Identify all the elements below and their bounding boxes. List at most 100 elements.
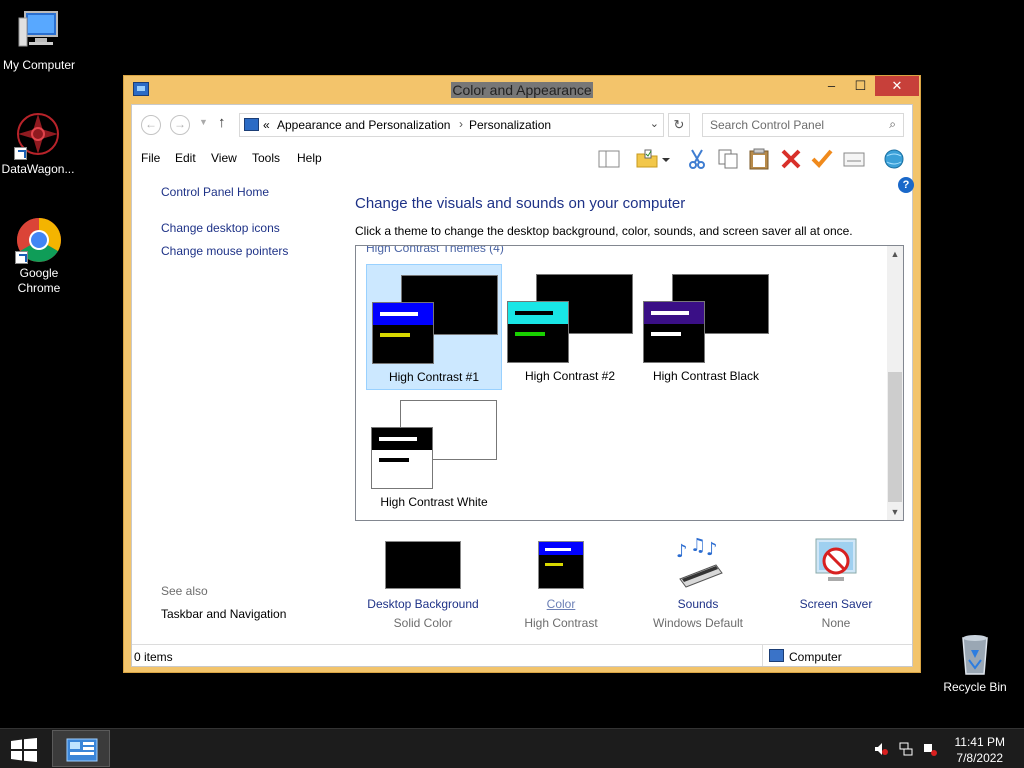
properties-icon[interactable]	[842, 148, 866, 170]
theme-preview-window	[372, 302, 434, 364]
maximize-button[interactable]: ☐	[846, 76, 875, 96]
desktop-background-icon	[385, 541, 461, 589]
setting-value: Solid Color	[393, 616, 453, 630]
action-center-icon[interactable]	[923, 742, 937, 756]
theme-tile-high-contrast-white[interactable]: High Contrast White	[366, 390, 502, 516]
window-title: Color and Appearance	[451, 82, 593, 98]
desktop-icon-label: Google Chrome	[17, 266, 61, 295]
checkmark-icon[interactable]	[810, 148, 834, 170]
scroll-up-icon[interactable]: ▲	[887, 246, 903, 262]
control-panel-window: Color and Appearance – ☐ ✕ ← → ▼ ↑ « App…	[123, 75, 921, 673]
start-button[interactable]	[10, 738, 38, 762]
menu-help[interactable]: Help	[297, 151, 322, 165]
refresh-button[interactable]: ↻	[668, 113, 690, 137]
search-input[interactable]	[703, 114, 878, 136]
color-setting[interactable]: Color High Contrast	[491, 535, 631, 630]
control-panel-home-link[interactable]: Control Panel Home	[161, 185, 269, 199]
globe-icon[interactable]	[882, 148, 906, 170]
help-icon[interactable]: ?	[898, 177, 914, 193]
control-panel-icon	[66, 738, 98, 762]
theme-label: High Contrast White	[380, 495, 488, 509]
desktop-icon-google-chrome[interactable]: Google Chrome	[1, 216, 77, 296]
address-segment-personalization[interactable]: Personalization	[469, 118, 551, 132]
recent-locations-dropdown[interactable]: ▼	[199, 117, 208, 127]
theme-tile-high-contrast-2[interactable]: High Contrast #2	[502, 264, 638, 390]
address-separator[interactable]: ›	[459, 117, 463, 131]
shortcut-arrow-icon	[14, 147, 27, 160]
menu-tools[interactable]: Tools	[252, 151, 280, 165]
setting-label[interactable]: Color	[491, 597, 631, 611]
minimize-button[interactable]: –	[817, 76, 846, 96]
menu-edit[interactable]: Edit	[175, 151, 196, 165]
menu-view[interactable]: View	[211, 151, 237, 165]
see-also-heading: See also	[161, 584, 208, 598]
status-bar: 0 items Computer	[132, 644, 912, 666]
scroll-down-icon[interactable]: ▼	[887, 504, 903, 520]
network-icon[interactable]	[899, 742, 913, 756]
setting-label[interactable]: Sounds	[628, 597, 768, 611]
desktop-icon-datawagon[interactable]: DataWagon...	[0, 112, 76, 177]
forward-button[interactable]: →	[170, 115, 190, 135]
cut-icon[interactable]	[685, 148, 709, 170]
properties-folder-icon[interactable]	[635, 148, 659, 170]
search-box[interactable]: ⌕	[702, 113, 904, 137]
title-bar[interactable]: Color and Appearance – ☐ ✕	[124, 76, 920, 104]
control-panel-icon	[244, 118, 259, 131]
paste-icon[interactable]	[747, 148, 771, 170]
taskbar-and-navigation-link[interactable]: Taskbar and Navigation	[161, 607, 286, 621]
desktop-icon-recycle-bin[interactable]: Recycle Bin	[937, 630, 1013, 695]
theme-label: High Contrast Black	[652, 369, 760, 383]
theme-group-title: High Contrast Themes (4)	[366, 245, 504, 255]
dropdown-arrow-icon[interactable]	[660, 148, 672, 170]
theme-preview-window	[371, 427, 433, 489]
sounds-setting[interactable]: ♪ ♫ ♪ Sounds Windows Default	[628, 535, 768, 630]
clock-time: 11:41 PM	[954, 735, 1005, 749]
desktop-icon-label: My Computer	[2, 58, 76, 72]
taskbar-clock[interactable]: 11:41 PM 7/8/2022	[955, 734, 1005, 766]
taskbar-control-panel-button[interactable]	[52, 730, 110, 767]
delete-icon[interactable]	[779, 148, 803, 170]
computer-icon	[15, 8, 63, 56]
volume-muted-icon[interactable]	[874, 742, 888, 756]
change-desktop-icons-link[interactable]: Change desktop icons	[161, 221, 280, 235]
color-scheme-icon	[538, 541, 584, 589]
item-count: 0 items	[134, 650, 173, 664]
theme-list-scrollbar[interactable]: ▲ ▼	[887, 246, 903, 520]
copy-icon[interactable]	[716, 148, 740, 170]
address-dropdown-icon[interactable]: ⌄	[650, 117, 659, 130]
setting-value: High Contrast	[524, 616, 598, 630]
theme-tile-high-contrast-black[interactable]: High Contrast Black	[638, 264, 774, 390]
desktop-icon-label: DataWagon...	[1, 162, 75, 176]
address-segment-appearance[interactable]: Appearance and Personalization	[277, 118, 450, 132]
theme-tile-high-contrast-1[interactable]: High Contrast #1	[366, 264, 502, 390]
layout-pane-icon[interactable]	[597, 148, 621, 170]
back-button[interactable]: ←	[141, 115, 161, 135]
theme-label: High Contrast #1	[388, 370, 480, 384]
desktop-icon-my-computer[interactable]: My Computer	[1, 8, 77, 73]
theme-preview-window	[507, 301, 569, 363]
up-button[interactable]: ↑	[218, 114, 226, 131]
screen-saver-icon	[810, 535, 862, 589]
screen-saver-setting[interactable]: Screen Saver None	[766, 535, 906, 630]
address-prefix[interactable]: «	[263, 118, 270, 132]
scrollbar-thumb[interactable]	[888, 372, 902, 502]
windows-logo-icon	[11, 738, 37, 762]
setting-label[interactable]: Desktop Background	[353, 597, 493, 611]
sounds-icon: ♪ ♫ ♪	[672, 535, 724, 589]
search-icon[interactable]: ⌕	[889, 117, 896, 132]
taskbar: 11:41 PM 7/8/2022	[0, 728, 1024, 768]
theme-list[interactable]: High Contrast Themes (4) High Contrast #…	[355, 245, 904, 521]
window-client-area: ← → ▼ ↑ « Appearance and Personalization…	[131, 104, 914, 667]
desktop-background-setting[interactable]: Desktop Background Solid Color	[353, 535, 493, 630]
menu-file[interactable]: File	[141, 151, 160, 165]
close-button[interactable]: ✕	[875, 76, 919, 96]
chrome-icon	[15, 216, 63, 264]
setting-label[interactable]: Screen Saver	[766, 597, 906, 611]
change-mouse-pointers-link[interactable]: Change mouse pointers	[161, 244, 288, 258]
svg-text:♫: ♫	[690, 535, 706, 556]
address-bar[interactable]: « Appearance and Personalization › Perso…	[239, 113, 664, 137]
theme-settings-row: Desktop Background Solid Color Color Hig…	[355, 535, 904, 635]
desktop-icon-label: Recycle Bin	[943, 680, 1007, 694]
page-description: Click a theme to change the desktop back…	[355, 224, 853, 238]
svg-text:♪: ♪	[676, 541, 688, 562]
